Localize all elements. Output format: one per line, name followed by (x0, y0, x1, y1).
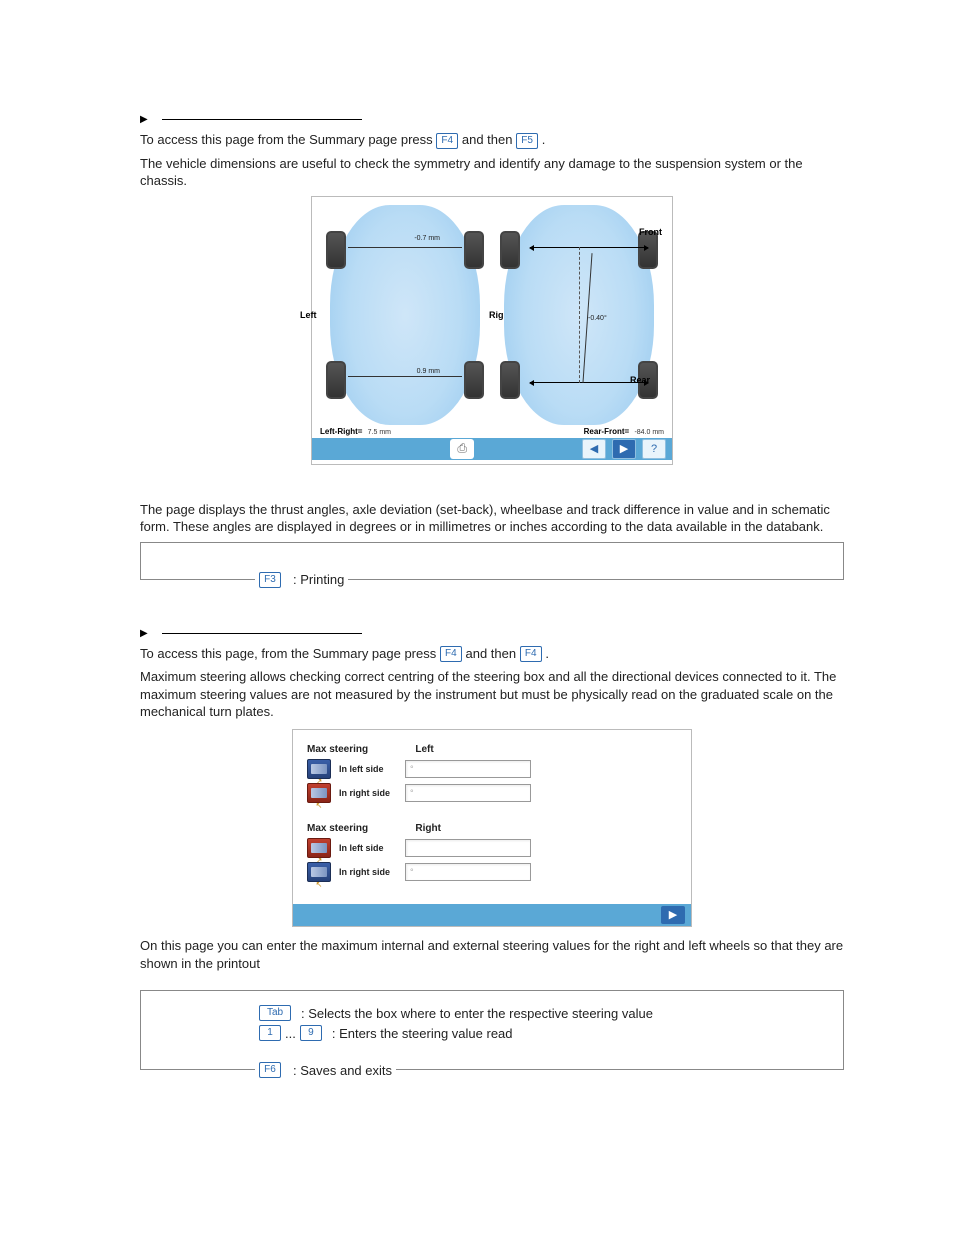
paragraph: The vehicle dimensions are useful to che… (140, 155, 844, 190)
steering-input[interactable]: ° (405, 863, 531, 881)
help-button[interactable]: ? (642, 439, 666, 459)
row-label: In left side (339, 764, 397, 774)
ellipsis: ... (285, 1026, 296, 1041)
key-f6: F6 (259, 1062, 281, 1078)
value: 7.5 mm (368, 429, 391, 436)
wheel-icon (326, 231, 346, 269)
track-line (348, 247, 462, 248)
steering-input[interactable]: ° (405, 760, 531, 778)
car-top-view-left: -0.7 mm 0.9 mm Left Right (330, 205, 480, 425)
print-icon[interactable]: ⎙ (450, 439, 474, 459)
legend-text: : Selects the box where to enter the res… (301, 1006, 653, 1021)
row-label: In right side (339, 867, 397, 877)
next-button[interactable]: ▶ (612, 439, 636, 459)
placeholder: ° (410, 867, 414, 877)
wheel-icon (464, 231, 484, 269)
row-label: In left side (339, 843, 397, 853)
value: -84.0 mm (634, 429, 664, 436)
wheelbase-arrow (530, 247, 648, 248)
text: To access this page, from the Summary pa… (140, 646, 440, 661)
text: To access this page from the Summary pag… (140, 132, 436, 147)
prev-button[interactable]: ◀ (582, 439, 606, 459)
figure-vehicle-dimensions: -0.7 mm 0.9 mm Left Right -0.40° Front R… (311, 196, 673, 465)
column-header: Right (415, 823, 471, 834)
wheel-icon (500, 231, 520, 269)
paragraph: Maximum steering allows checking correct… (140, 668, 844, 721)
label: Left-Right= (320, 427, 362, 436)
placeholder: ° (410, 764, 414, 774)
row-label: In right side (339, 788, 397, 798)
paragraph: The page displays the thrust angles, axl… (140, 501, 844, 536)
legend-row: F6 : Saves and exits (255, 1062, 396, 1078)
key-f3: F3 (259, 572, 281, 588)
text: . (545, 646, 549, 661)
track-line (348, 376, 462, 377)
steer-wheel-icon: ↖ (307, 783, 331, 803)
column-header: Left (415, 744, 471, 755)
legend-row: F3 : Printing (255, 572, 348, 588)
key-1: 1 (259, 1025, 281, 1041)
wheel-icon (500, 361, 520, 399)
keys-legend: Tab : Selects the box where to enter the… (140, 990, 844, 1070)
triangle-icon: ▶ (140, 628, 148, 639)
figure-max-steering: Max steering Left ↗ In left side ° ↖ In … (292, 729, 692, 927)
text: . (542, 132, 546, 147)
legend-text: : Enters the steering value read (332, 1026, 513, 1041)
car-top-view-right: -0.40° Front Rear (504, 205, 654, 425)
key-tab: Tab (259, 1005, 291, 1021)
value-label: -0.40° (588, 315, 607, 322)
steering-input[interactable]: ° (405, 784, 531, 802)
section-heading-dimensions: ▶ (140, 114, 844, 125)
key-f4: F4 (520, 646, 542, 662)
key-f4: F4 (436, 133, 458, 149)
key-9: 9 (300, 1025, 322, 1041)
group-title: Max steering (307, 823, 368, 834)
wheel-icon (464, 361, 484, 399)
group-title: Max steering (307, 744, 368, 755)
label-rear: Rear (630, 375, 650, 385)
legend-row: 1 ... 9 : Enters the steering value read (259, 1025, 833, 1041)
legend-text: : Printing (293, 572, 344, 587)
text: and then (465, 646, 519, 661)
triangle-icon: ▶ (140, 114, 148, 125)
steer-wheel-icon: ↖ (307, 862, 331, 882)
paragraph: To access this page, from the Summary pa… (140, 645, 844, 663)
section-heading-maxsteering: ▶ (140, 628, 844, 639)
key-f4: F4 (440, 646, 462, 662)
legend-text: : Saves and exits (293, 1063, 392, 1078)
group-left: Max steering Left ↗ In left side ° ↖ In … (307, 740, 677, 803)
legend-row: Tab : Selects the box where to enter the… (259, 1005, 833, 1021)
key-f5: F5 (516, 133, 538, 149)
centerline (579, 247, 580, 383)
paragraph: On this page you can enter the maximum i… (140, 937, 844, 972)
steer-wheel-icon: ↗ (307, 838, 331, 858)
figure-toolbar: ⎙ ◀ ▶ ? (312, 438, 672, 460)
label-front: Front (639, 227, 662, 237)
keys-legend: F3 : Printing (140, 542, 844, 580)
wheel-icon (326, 361, 346, 399)
paragraph: To access this page from the Summary pag… (140, 131, 844, 149)
steering-input[interactable] (405, 839, 531, 857)
next-button[interactable]: ▶ (661, 906, 685, 924)
rear-front-readout: Rear-Front= -84.0 mm (584, 427, 664, 436)
value-label: 0.9 mm (417, 368, 440, 375)
label: Rear-Front= (584, 427, 630, 436)
left-right-readout: Left-Right= 7.5 mm (320, 427, 391, 436)
label-left: Left (300, 310, 317, 320)
group-right: Max steering Right ↗ In left side ↖ In r… (307, 819, 677, 882)
placeholder: ° (410, 788, 414, 798)
text: and then (462, 132, 516, 147)
value-label: -0.7 mm (414, 235, 440, 242)
figure-toolbar: ▶ (293, 904, 691, 926)
steer-wheel-icon: ↗ (307, 759, 331, 779)
